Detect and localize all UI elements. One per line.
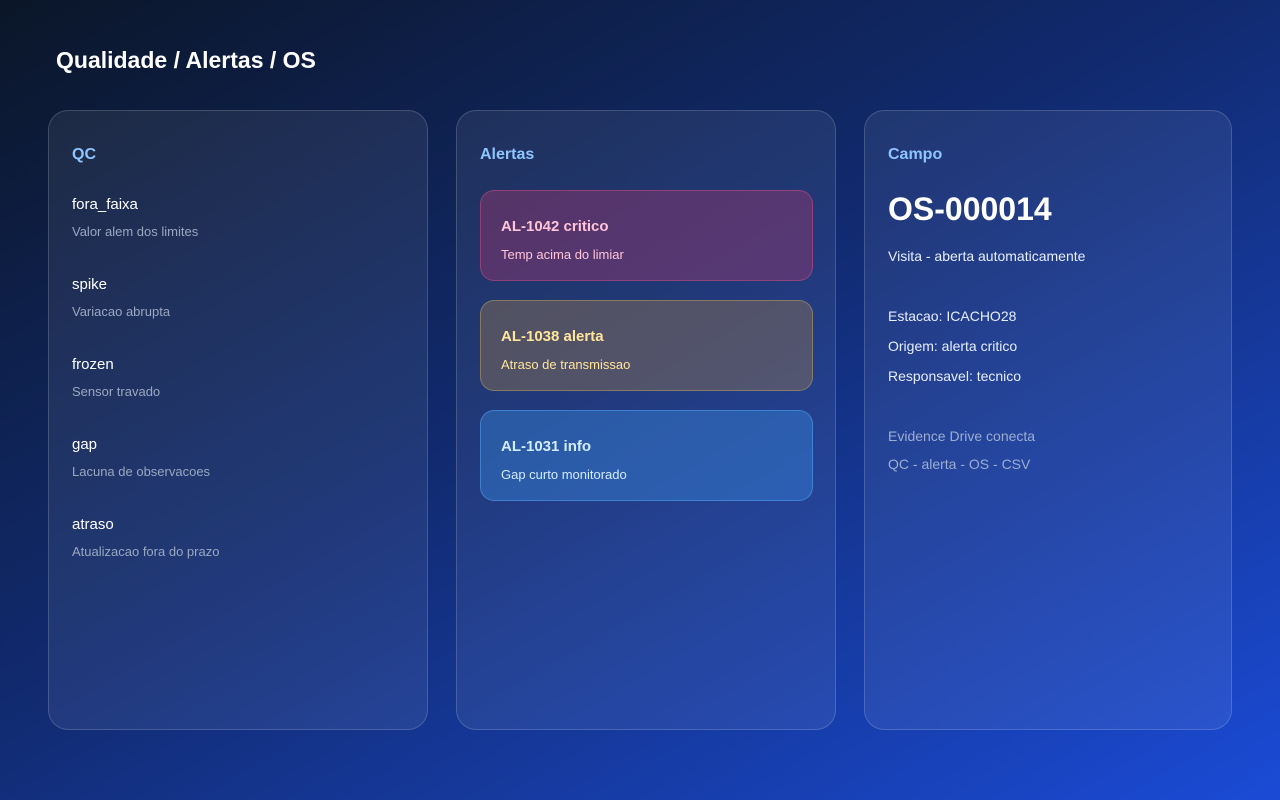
qc-item-name: gap xyxy=(72,436,98,453)
alert-card-alerta[interactable]: AL-1038 alerta Atraso de transmissao xyxy=(480,300,813,391)
qc-list: fora_faixa Valor alem dos limites spike … xyxy=(72,196,404,596)
alert-title: AL-1031 info xyxy=(501,438,592,455)
campo-heading: Campo xyxy=(888,146,943,163)
os-description: Visita - aberta automaticamente xyxy=(888,248,1086,264)
alert-description: Gap curto monitorado xyxy=(501,467,627,482)
qc-item-gap: gap Lacuna de observacoes xyxy=(72,436,404,516)
footer-line: Evidence Drive conecta xyxy=(888,428,1036,444)
alert-card-info[interactable]: AL-1031 info Gap curto monitorado xyxy=(480,410,813,501)
qc-item-description: Valor alem dos limites xyxy=(72,224,199,239)
os-id: OS-000014 xyxy=(888,191,1052,227)
qc-panel: QC fora_faixa Valor alem dos limites spi… xyxy=(48,110,428,730)
qc-item-name: spike xyxy=(72,276,108,293)
campo-panel: Campo OS-000014 Visita - aberta automati… xyxy=(864,110,1232,730)
qc-item-name: frozen xyxy=(72,356,114,373)
qc-heading: QC xyxy=(72,146,96,163)
os-footer: Evidence Drive conecta QC - alerta - OS … xyxy=(888,428,1035,484)
alerts-heading: Alertas xyxy=(480,146,535,163)
qc-item-description: Atualizacao fora do prazo xyxy=(72,544,220,559)
os-origin: Origem: alerta critico xyxy=(888,338,1018,354)
alerts-panel: Alertas AL-1042 critico Temp acima do li… xyxy=(456,110,836,730)
os-responsible: Responsavel: tecnico xyxy=(888,368,1022,384)
qc-item-description: Variacao abrupta xyxy=(72,304,171,319)
qc-item-spike: spike Variacao abrupta xyxy=(72,276,404,356)
alert-card-critico[interactable]: AL-1042 critico Temp acima do limiar xyxy=(480,190,813,281)
alert-description: Atraso de transmissao xyxy=(501,357,631,372)
alert-list: AL-1042 critico Temp acima do limiar AL-… xyxy=(480,190,813,520)
qc-item-name: fora_faixa xyxy=(72,196,138,213)
qc-item-name: atraso xyxy=(72,516,114,533)
qc-item-fora-faixa: fora_faixa Valor alem dos limites xyxy=(72,196,404,276)
alert-title: AL-1042 critico xyxy=(501,218,609,235)
alert-description: Temp acima do limiar xyxy=(501,247,624,262)
page-title: Qualidade / Alertas / OS xyxy=(56,47,316,73)
qc-item-atraso: atraso Atualizacao fora do prazo xyxy=(72,516,404,596)
qc-item-frozen: frozen Sensor travado xyxy=(72,356,404,436)
os-details: Estacao: ICACHO28 Origem: alerta critico… xyxy=(888,308,1021,398)
os-station: Estacao: ICACHO28 xyxy=(888,308,1017,324)
qc-item-description: Lacuna de observacoes xyxy=(72,464,211,479)
alert-title: AL-1038 alerta xyxy=(501,328,604,345)
qc-item-description: Sensor travado xyxy=(72,384,161,399)
footer-line: QC - alerta - OS - CSV xyxy=(888,456,1031,472)
